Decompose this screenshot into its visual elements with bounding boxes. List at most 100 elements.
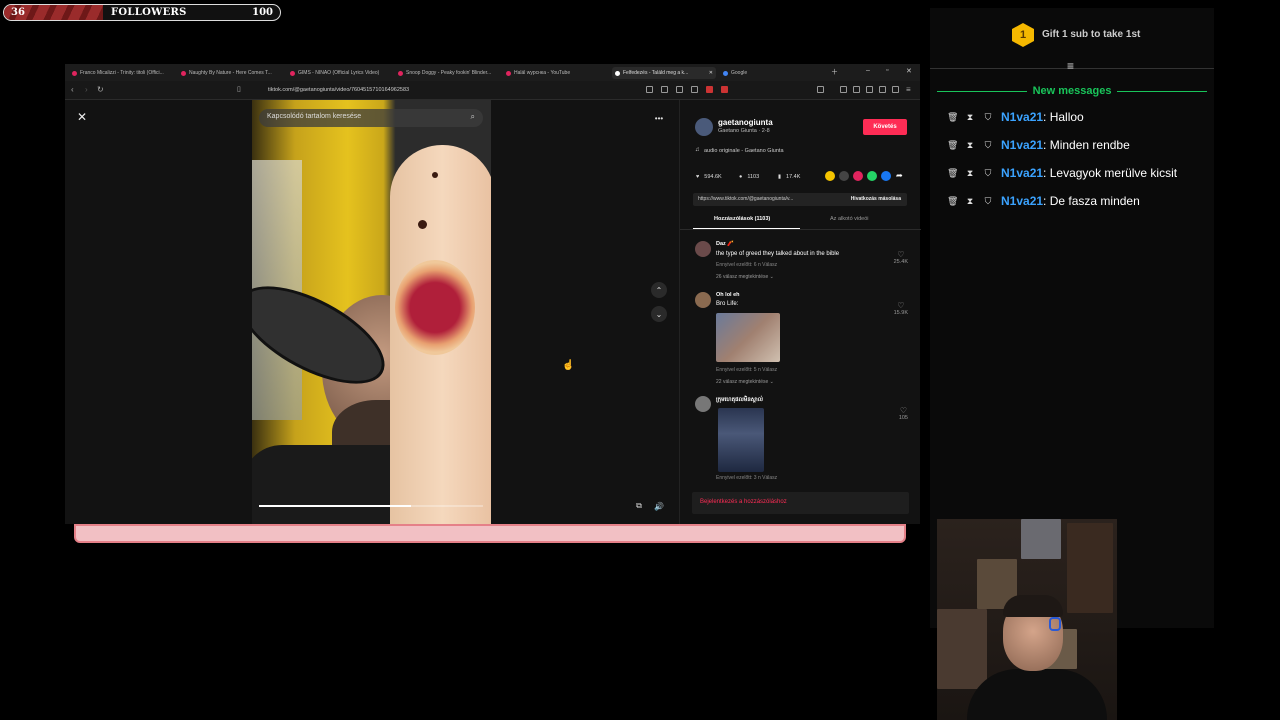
- audio-label[interactable]: audio originale - Gaetano Giunta: [704, 148, 784, 154]
- chat-username[interactable]: N1va21: [1001, 194, 1043, 208]
- reader-icon[interactable]: [853, 86, 860, 93]
- maximize-icon[interactable]: ▫: [886, 67, 888, 74]
- next-video-icon[interactable]: ⌄: [651, 306, 667, 322]
- comment-image[interactable]: [716, 313, 780, 362]
- chat-message[interactable]: 🗑 ⧗ ⛉ N1va21: Levagyok merülve kicsit: [947, 166, 1177, 180]
- trash-icon[interactable]: 🗑: [947, 140, 958, 151]
- close-window-icon[interactable]: ✕: [906, 67, 912, 75]
- trash-icon[interactable]: 🗑: [947, 112, 958, 123]
- share-arrow-icon[interactable]: ➦: [896, 171, 903, 180]
- share-send-icon[interactable]: [853, 171, 863, 181]
- bookmark-icon[interactable]: ▯: [237, 85, 241, 93]
- url-field[interactable]: tiktok.com/@gaetanogiunta/video/76045157…: [268, 87, 409, 93]
- timeout-icon[interactable]: ⧗: [965, 140, 975, 151]
- tab-franco[interactable]: Franco Micalizzi - Trinity: titoli (Offi…: [72, 67, 172, 79]
- follow-button[interactable]: Követés: [863, 119, 907, 135]
- music-icon[interactable]: [840, 86, 847, 93]
- creator-display-name: Gaetano Giunta · 2-8: [718, 128, 770, 134]
- timeout-icon[interactable]: ⧗: [965, 196, 975, 207]
- youtube-icon: [506, 70, 511, 76]
- video-progress-bar[interactable]: [259, 505, 483, 507]
- chat-username[interactable]: N1va21: [1001, 110, 1043, 124]
- tab-tiktok[interactable]: Felfedezés - Találd meg a k... ✕: [612, 67, 716, 79]
- whatsapp-icon[interactable]: [867, 171, 877, 181]
- minimize-icon[interactable]: –: [866, 67, 870, 74]
- likes-count: 594.6K: [704, 174, 722, 180]
- comment-user[interactable]: ក្រុមហេតុផលមិនស្គាល់: [716, 396, 763, 404]
- brave-icon[interactable]: [721, 86, 728, 93]
- tab-naughty[interactable]: Naughty By Nature - Here Comes T...: [181, 67, 281, 79]
- comment-avatar[interactable]: [695, 396, 711, 412]
- extension-icon[interactable]: [646, 86, 653, 93]
- comment-image[interactable]: [718, 408, 764, 472]
- volume-icon[interactable]: 🔊: [651, 498, 667, 514]
- new-tab-icon[interactable]: ＋: [831, 67, 838, 77]
- facebook-icon[interactable]: [881, 171, 891, 181]
- previous-video-icon[interactable]: ⌃: [651, 282, 667, 298]
- gift-label: Gift 1 sub to take 1st: [1042, 29, 1141, 40]
- tab-comments[interactable]: Hozzászólások (1103): [714, 216, 770, 222]
- related-search-input[interactable]: Kapcsolódó tartalom keresése ⌕: [259, 109, 483, 127]
- video-link-row: https://www.tiktok.com/@gaetanogiunta/v.…: [693, 193, 907, 206]
- new-messages-divider: New messages: [937, 84, 1208, 98]
- trash-icon[interactable]: 🗑: [947, 196, 958, 207]
- tiktok-icon: [615, 70, 620, 76]
- translate-icon[interactable]: [661, 86, 668, 93]
- shield-icon[interactable]: [892, 86, 899, 93]
- sidebar-toggle-icon[interactable]: [817, 86, 824, 93]
- close-video-icon[interactable]: ✕: [77, 110, 87, 124]
- comment-like[interactable]: ♡ 25.4K: [894, 250, 908, 265]
- save-stat[interactable]: ▮ 17.4K: [778, 174, 800, 180]
- comment-avatar[interactable]: [695, 241, 711, 257]
- forward-icon[interactable]: ›: [85, 85, 88, 94]
- more-options-icon[interactable]: •••: [651, 110, 667, 126]
- creator-username[interactable]: gaetanogiunta: [718, 118, 773, 127]
- tab-google[interactable]: Google: [723, 67, 783, 79]
- tab-gims[interactable]: GIMS - NINAO (Official Lyrics Video): [290, 67, 390, 79]
- tab-halal[interactable]: Halál wypснка - YouTube: [506, 67, 606, 79]
- copy-link-button[interactable]: Hivatkozás másolása: [851, 196, 901, 202]
- heart-outline-icon: ♡: [897, 250, 905, 259]
- video-details-panel: gaetanogiunta Gaetano Giunta · 2-8 Követ…: [679, 100, 921, 524]
- video-player[interactable]: Kapcsolódó tartalom keresése ⌕: [252, 100, 491, 524]
- trash-icon[interactable]: 🗑: [947, 168, 958, 179]
- comment-like[interactable]: ♡ 105: [899, 406, 908, 421]
- tab-label: Felfedezés - Találd meg a k...: [623, 70, 689, 76]
- view-replies-link[interactable]: 26 válasz megtekintése ⌄: [716, 274, 774, 280]
- pip-icon[interactable]: ⧉: [631, 498, 647, 514]
- close-tab-icon[interactable]: ✕: [709, 70, 713, 76]
- menu-icon[interactable]: ≡: [906, 85, 911, 94]
- filter-icon[interactable]: ≡: [1067, 59, 1074, 73]
- chat-message[interactable]: 🗑 ⧗ ⛉ N1va21: Halloo: [947, 110, 1084, 124]
- share-coin-icon[interactable]: [825, 171, 835, 181]
- reload-icon[interactable]: ↻: [97, 85, 104, 94]
- adblock-icon[interactable]: [706, 86, 713, 93]
- comment-user[interactable]: Oh lol eh: [716, 292, 740, 298]
- creator-avatar[interactable]: [695, 118, 713, 136]
- comment-stat[interactable]: ● 1103: [739, 174, 759, 180]
- screenshot-icon[interactable]: [676, 86, 683, 93]
- chat-message[interactable]: 🗑 ⧗ ⛉ N1va21: Minden rendbe: [947, 138, 1130, 152]
- comment-like[interactable]: ♡ 15.9K: [894, 301, 908, 316]
- chat-message[interactable]: 🗑 ⧗ ⛉ N1va21: De fasza minden: [947, 194, 1140, 208]
- tab-snoop[interactable]: Snoop Doggy - Peaky fookin' Blinder...: [398, 67, 498, 79]
- like-stat[interactable]: ♥ 594.6K: [696, 174, 722, 180]
- chat-username[interactable]: N1va21: [1001, 138, 1043, 152]
- comment-user[interactable]: Daz 🧨: [716, 241, 734, 247]
- comment-avatar[interactable]: [695, 292, 711, 308]
- followers-current: 36: [11, 7, 25, 18]
- extensions-icon[interactable]: [879, 86, 886, 93]
- embed-icon[interactable]: [839, 171, 849, 181]
- search-icon[interactable]: ⌕: [471, 112, 475, 122]
- edit-icon[interactable]: [691, 86, 698, 93]
- timeout-icon[interactable]: ⧗: [965, 168, 975, 179]
- streamer-body: [967, 669, 1107, 720]
- back-icon[interactable]: ‹: [71, 85, 74, 94]
- view-replies-link[interactable]: 22 válasz megtekintése ⌄: [716, 379, 774, 385]
- login-to-comment-button[interactable]: Bejelentkezés a hozzászóláshoz: [692, 492, 909, 514]
- tab-creator-videos[interactable]: Az alkotó videói: [830, 216, 869, 222]
- timeout-icon[interactable]: ⧗: [965, 112, 975, 123]
- wallet-icon[interactable]: [866, 86, 873, 93]
- comment-text: the type of greed they talked about in t…: [716, 251, 840, 257]
- chat-username[interactable]: N1va21: [1001, 166, 1043, 180]
